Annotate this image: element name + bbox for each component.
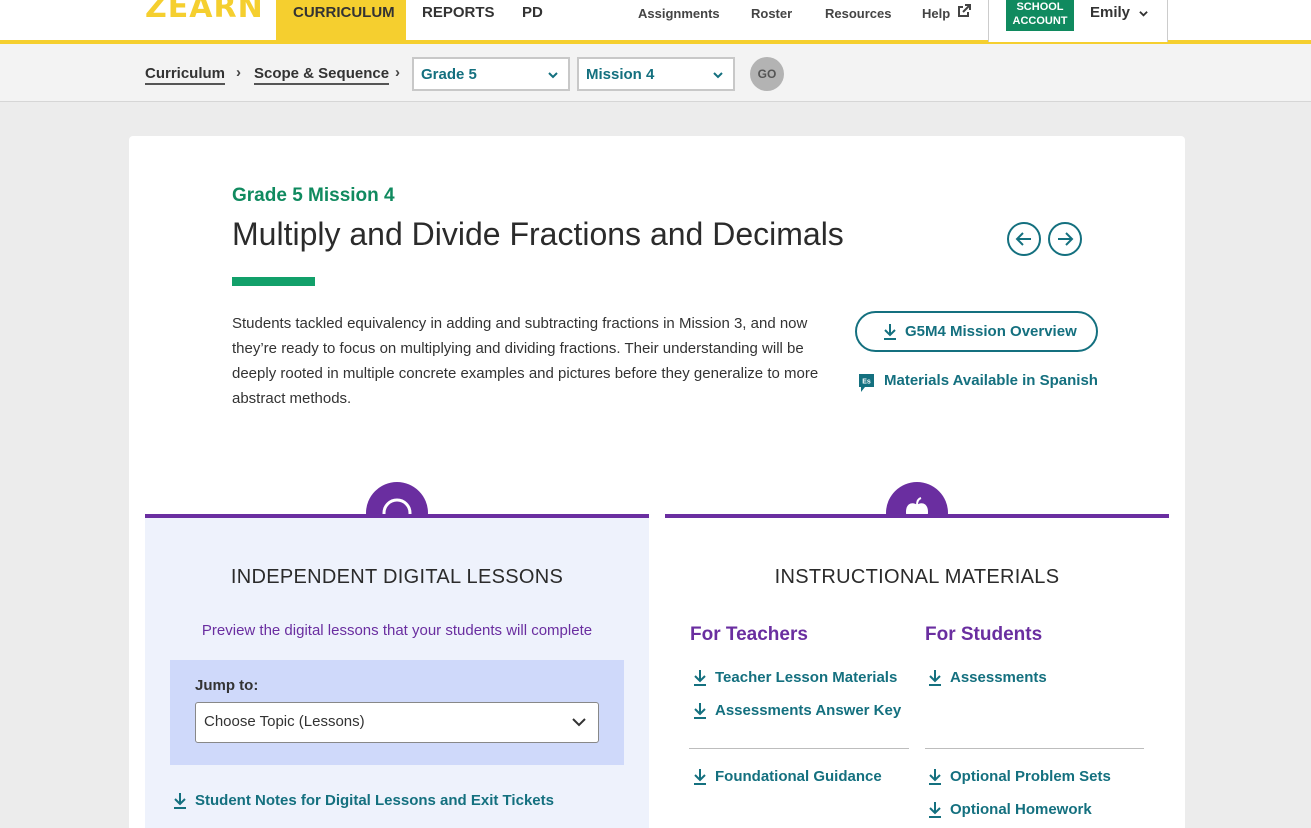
mission-overview-label: G5M4 Mission Overview bbox=[905, 323, 1077, 340]
for-students-heading: For Students bbox=[925, 624, 1043, 645]
school-account-badge: SCHOOL ACCOUNT bbox=[1006, 0, 1074, 31]
teachers-divider bbox=[689, 748, 909, 749]
school-badge-line-1: SCHOOL bbox=[1016, 1, 1064, 13]
top-nav: ZEARN CURRICULUM REPORTS PD Assignments … bbox=[0, 0, 1311, 44]
download-icon bbox=[694, 769, 706, 785]
students-divider bbox=[925, 748, 1144, 749]
mission-select-value: Mission 4 bbox=[586, 66, 655, 83]
grade-select[interactable]: Grade 5 bbox=[412, 57, 570, 91]
breadcrumb-bar: Curriculum › Scope & Sequence › Grade 5 … bbox=[0, 44, 1311, 102]
breadcrumb-curriculum[interactable]: Curriculum bbox=[145, 65, 226, 85]
optional-problem-sets-link[interactable]: Optional Problem Sets bbox=[925, 768, 1111, 785]
digital-lessons-heading: INDEPENDENT DIGITAL LESSONS bbox=[230, 566, 564, 588]
download-icon bbox=[929, 670, 941, 686]
user-name: Emily bbox=[1090, 4, 1131, 21]
assessments-answer-key-link[interactable]: Assessments Answer Key bbox=[690, 702, 901, 719]
student-notes-link[interactable]: Student Notes for Digital Lessons and Ex… bbox=[170, 792, 554, 809]
external-link-icon bbox=[958, 4, 971, 17]
breadcrumb-separator: › bbox=[236, 64, 241, 81]
download-icon bbox=[884, 324, 896, 340]
preview-lessons-text: Preview the digital lessons that your st… bbox=[201, 622, 593, 639]
chevron-down-icon bbox=[713, 72, 723, 79]
arrow-right-icon bbox=[1058, 232, 1074, 246]
mission-select[interactable]: Mission 4 bbox=[577, 57, 735, 91]
nav-link-help[interactable]: Help bbox=[922, 4, 971, 21]
spanish-materials-label: Materials Available in Spanish bbox=[884, 372, 1098, 389]
mission-card: Grade 5 Mission 4 Multiply and Divide Fr… bbox=[129, 136, 1185, 828]
optional-homework-link[interactable]: Optional Homework bbox=[925, 801, 1092, 818]
grade-select-value: Grade 5 bbox=[421, 66, 477, 83]
student-notes-label: Student Notes for Digital Lessons and Ex… bbox=[195, 792, 554, 809]
mission-overview-button[interactable]: G5M4 Mission Overview bbox=[855, 311, 1098, 352]
download-icon bbox=[174, 793, 186, 809]
go-button[interactable]: GO bbox=[750, 57, 784, 91]
optional-homework-label: Optional Homework bbox=[950, 801, 1092, 818]
nav-link-roster[interactable]: Roster bbox=[751, 6, 792, 21]
spanish-es-icon: Es bbox=[859, 374, 874, 392]
nav-link-assignments[interactable]: Assignments bbox=[638, 6, 720, 21]
chevron-down-icon bbox=[1139, 11, 1148, 17]
digital-lessons-panel: INDEPENDENT DIGITAL LESSONS Preview the … bbox=[145, 514, 649, 828]
nav-tab-pd[interactable]: PD bbox=[505, 0, 560, 40]
for-teachers-heading: For Teachers bbox=[690, 624, 808, 645]
download-icon bbox=[694, 703, 706, 719]
chevron-down-icon bbox=[548, 72, 558, 79]
chevron-down-icon bbox=[572, 718, 586, 727]
help-label: Help bbox=[922, 6, 951, 21]
student-assessments-label: Assessments bbox=[950, 669, 1047, 686]
previous-mission-button[interactable] bbox=[1007, 222, 1041, 256]
svg-text:Es: Es bbox=[862, 379, 871, 386]
optional-problem-sets-label: Optional Problem Sets bbox=[950, 768, 1111, 785]
school-badge-line-2: ACCOUNT bbox=[1012, 15, 1068, 27]
title-underline bbox=[232, 277, 315, 286]
topic-select-value: Choose Topic (Lessons) bbox=[204, 713, 365, 730]
teacher-lesson-materials-link[interactable]: Teacher Lesson Materials bbox=[690, 669, 897, 686]
zearn-logo[interactable]: ZEARN bbox=[145, 0, 264, 25]
nav-link-resources[interactable]: Resources bbox=[825, 6, 891, 21]
download-icon bbox=[694, 670, 706, 686]
teacher-lesson-materials-label: Teacher Lesson Materials bbox=[715, 669, 898, 686]
jump-to-label: Jump to: bbox=[195, 677, 259, 694]
page-title: Multiply and Divide Fractions and Decima… bbox=[232, 216, 844, 252]
download-icon bbox=[929, 802, 941, 818]
next-mission-button[interactable] bbox=[1048, 222, 1082, 256]
topic-select[interactable]: Choose Topic (Lessons) bbox=[195, 702, 599, 743]
foundational-guidance-link[interactable]: Foundational Guidance bbox=[690, 768, 882, 785]
mission-eyebrow: Grade 5 Mission 4 bbox=[232, 185, 395, 206]
mission-description: Students tackled equivalency in adding a… bbox=[232, 315, 819, 407]
spanish-materials-link[interactable]: Es Materials Available in Spanish bbox=[858, 372, 1098, 392]
student-assessments-link[interactable]: Assessments bbox=[925, 669, 1047, 686]
arrow-left-icon bbox=[1015, 232, 1031, 246]
breadcrumb-scope-sequence[interactable]: Scope & Sequence bbox=[254, 65, 390, 85]
assessments-answer-key-label: Assessments Answer Key bbox=[715, 702, 902, 719]
instructional-materials-heading: INSTRUCTIONAL MATERIALS bbox=[774, 566, 1060, 588]
nav-tab-reports[interactable]: REPORTS bbox=[405, 0, 512, 40]
download-icon bbox=[929, 769, 941, 785]
instructional-materials-panel: INSTRUCTIONAL MATERIALS For Teachers For… bbox=[665, 514, 1169, 828]
user-menu[interactable]: SCHOOL ACCOUNT Emily bbox=[988, 0, 1168, 42]
foundational-guidance-label: Foundational Guidance bbox=[715, 768, 882, 785]
breadcrumb-separator: › bbox=[395, 64, 400, 81]
nav-tab-curriculum[interactable]: CURRICULUM bbox=[276, 0, 406, 40]
jump-to-box: Jump to: Choose Topic (Lessons) bbox=[170, 660, 624, 765]
